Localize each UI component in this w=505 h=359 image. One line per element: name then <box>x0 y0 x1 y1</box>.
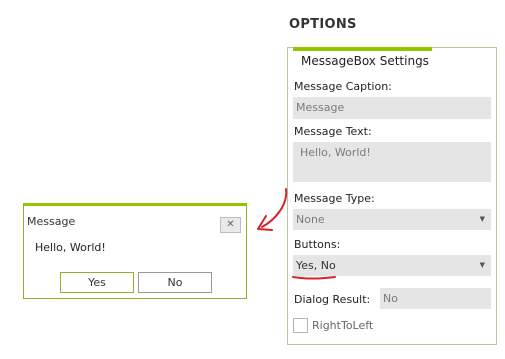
buttons-label: Buttons: <box>294 238 341 251</box>
close-icon[interactable]: ✕ <box>220 217 241 233</box>
message-type-dropdown[interactable]: None ▼ <box>293 209 491 230</box>
message-type-value: None <box>296 213 325 226</box>
dialog-result-label: Dialog Result: <box>294 293 371 306</box>
text-label: Message Text: <box>294 125 372 138</box>
buttons-dropdown[interactable]: Yes, No ▼ <box>293 255 491 276</box>
type-label: Message Type: <box>294 192 375 205</box>
message-box-title: Message <box>27 215 76 228</box>
message-text-value: Hello, World! <box>300 146 371 159</box>
options-heading: OPTIONS <box>289 17 357 32</box>
annotation-arrow <box>261 188 288 228</box>
message-text-input[interactable]: Hello, World! <box>293 142 491 182</box>
caption-input[interactable]: Message <box>293 97 491 119</box>
messagebox-settings-panel: MessageBox Settings Message Caption: Mes… <box>287 47 497 345</box>
dialog-result-field: No <box>380 288 491 309</box>
caption-label: Message Caption: <box>294 80 392 93</box>
right-to-left-label: RightToLeft <box>312 319 374 332</box>
dialog-result-value: No <box>383 292 398 305</box>
panel-accent-bar <box>293 47 432 51</box>
buttons-value: Yes, No <box>296 259 336 272</box>
caption-value: Message <box>296 101 345 114</box>
message-box-preview: Message ✕ Hello, World! Yes No <box>23 203 247 299</box>
chevron-down-icon: ▼ <box>479 261 485 269</box>
chevron-down-icon: ▼ <box>479 215 485 223</box>
right-to-left-checkbox[interactable] <box>293 318 308 333</box>
no-button[interactable]: No <box>138 272 212 293</box>
yes-button[interactable]: Yes <box>60 272 134 293</box>
panel-title: MessageBox Settings <box>301 54 429 68</box>
message-box-text: Hello, World! <box>35 241 106 254</box>
annotation-arrowhead <box>257 215 273 231</box>
